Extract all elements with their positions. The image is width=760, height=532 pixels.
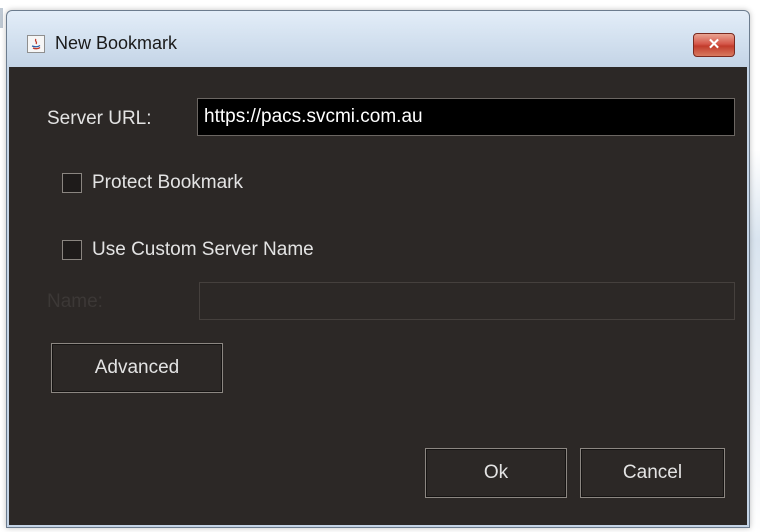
- advanced-button[interactable]: Advanced: [51, 343, 223, 393]
- name-input[interactable]: [199, 282, 735, 320]
- protect-bookmark-label[interactable]: Protect Bookmark: [92, 172, 243, 194]
- custom-server-name-label[interactable]: Use Custom Server Name: [92, 239, 314, 261]
- dialog-content: Server URL: https://pacs.svcmi.com.au Pr…: [9, 67, 747, 525]
- protect-bookmark-checkbox[interactable]: [62, 173, 82, 193]
- dialog-title: New Bookmark: [55, 33, 178, 53]
- ok-button[interactable]: Ok: [425, 448, 567, 498]
- server-url-input[interactable]: https://pacs.svcmi.com.au: [197, 98, 735, 136]
- new-bookmark-dialog: New Bookmark ✕ Server URL: https://pacs.…: [6, 10, 750, 528]
- close-icon: ✕: [707, 36, 721, 53]
- background-edge: [0, 8, 3, 28]
- server-url-label: Server URL:: [47, 108, 152, 129]
- title-bar[interactable]: New Bookmark ✕: [7, 11, 749, 67]
- close-button[interactable]: ✕: [693, 33, 735, 57]
- name-label: Name:: [47, 291, 103, 312]
- java-app-icon: [27, 35, 45, 53]
- background-desktop: [750, 0, 760, 532]
- custom-server-name-checkbox[interactable]: [62, 240, 82, 260]
- cancel-button[interactable]: Cancel: [580, 448, 725, 498]
